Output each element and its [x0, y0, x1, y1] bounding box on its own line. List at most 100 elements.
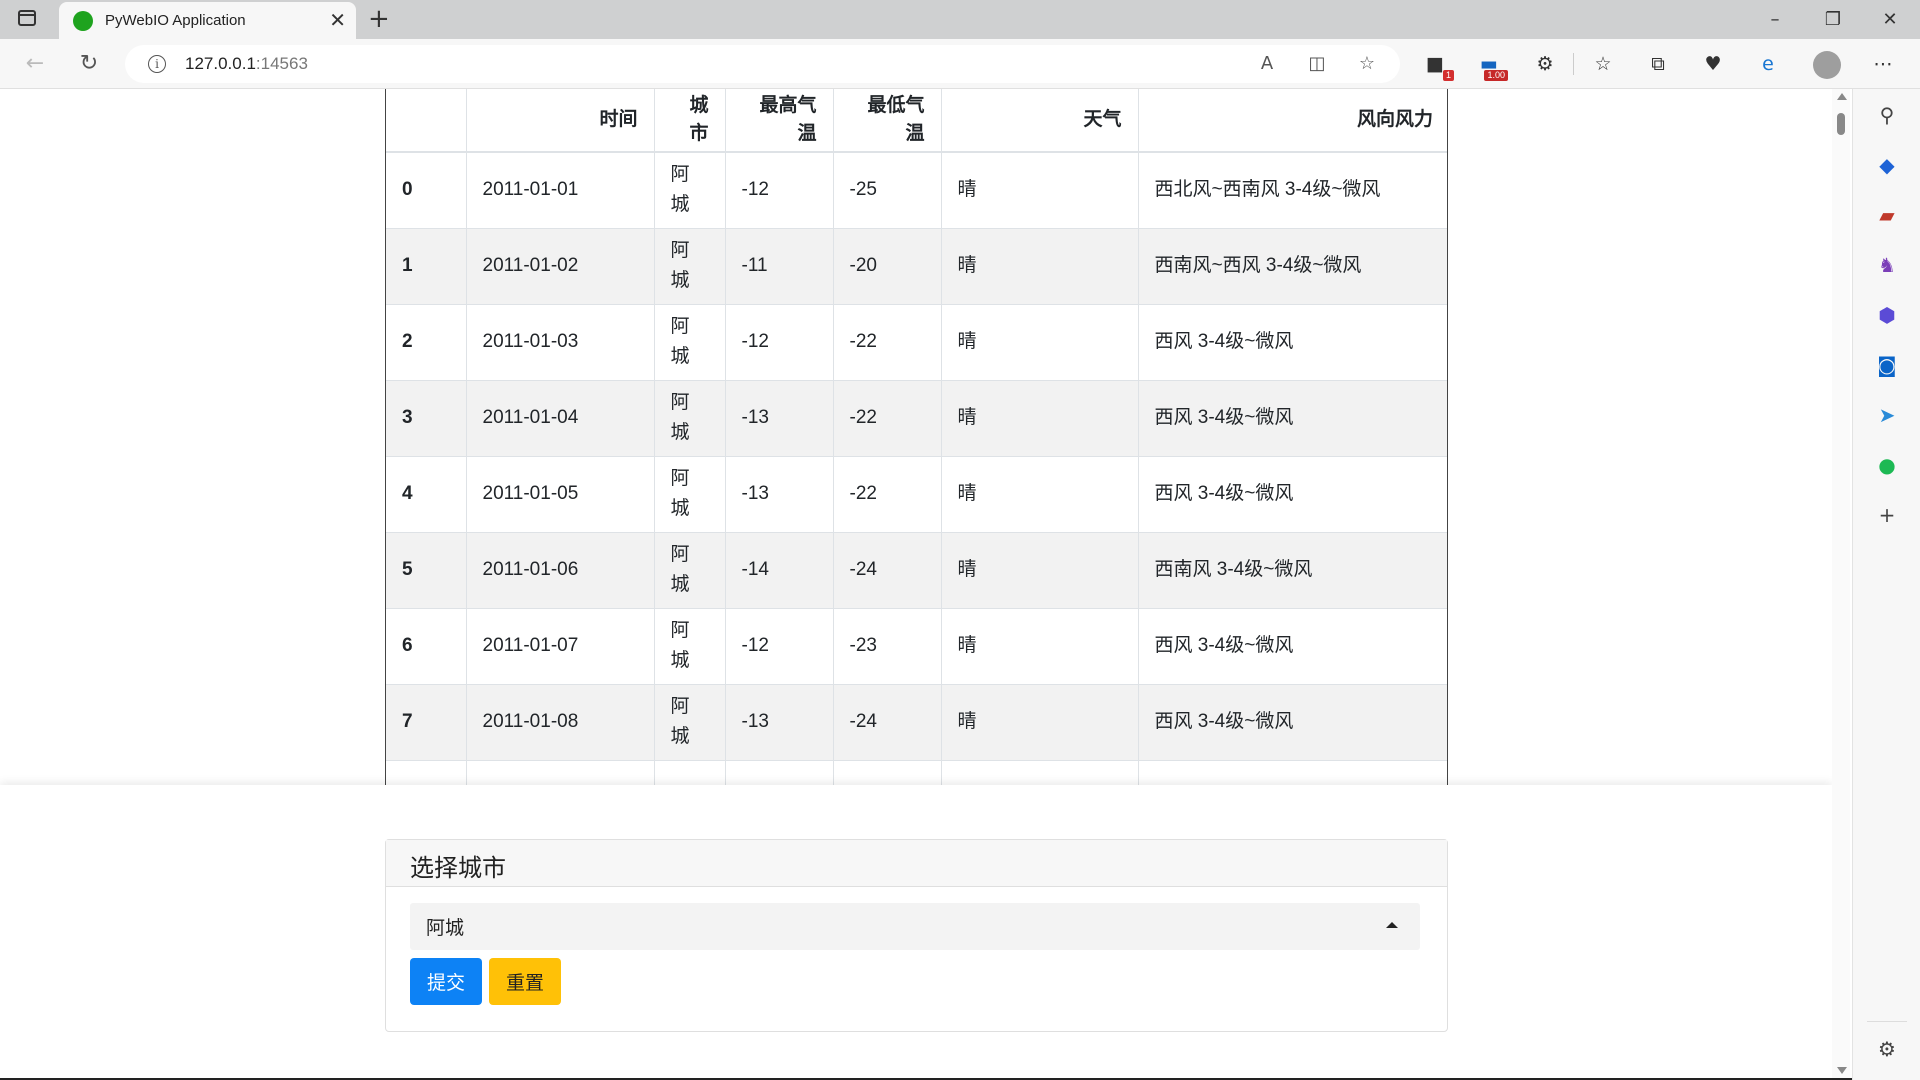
profile-avatar[interactable] — [1813, 51, 1841, 79]
back-icon[interactable]: ← — [20, 49, 50, 79]
office-icon[interactable]: ⬢ — [1873, 301, 1901, 329]
games-icon[interactable]: ♞ — [1873, 251, 1901, 279]
scroll-up-icon[interactable] — [1837, 93, 1847, 100]
table-row: 3 2011-01-04 阿城 -13 -22 晴西风 3-4级~微风 — [386, 379, 1447, 456]
row-wind-cell: 西风 3-4级~微风 — [1138, 683, 1447, 760]
header-weather: 天气 — [941, 89, 1139, 153]
new-tab-icon[interactable]: + — [368, 4, 390, 34]
favorite-star-icon[interactable]: ☆ — [1355, 52, 1379, 76]
row-wind-cell: 西北风~西南风 3-4级~微风 — [1138, 151, 1447, 228]
extension-meter-icon[interactable]: ▬ 1.00 — [1476, 51, 1508, 81]
row-wind-cell: 西南风 3-4级~微风 — [1138, 531, 1447, 608]
spotify-icon[interactable]: ● — [1873, 451, 1901, 479]
health-icon[interactable]: ♥ — [1700, 51, 1726, 77]
city-select-value: 阿城 — [426, 918, 465, 939]
row-city-cell: 阿城 — [654, 303, 726, 380]
add-icon[interactable]: + — [1873, 501, 1901, 529]
info-icon[interactable]: i — [148, 55, 166, 73]
row-time-cell: 2011-01-03 — [466, 303, 655, 380]
close-window-icon[interactable]: ✕ — [1870, 6, 1910, 34]
weather-table: 时间 城市 最高气温 最低气温 天气 风向风力 0 2011-01-01 阿城 -12… — [386, 89, 1447, 786]
close-tab-icon[interactable]: ✕ — [329, 8, 346, 32]
row-time-cell: 2011-01-08 — [466, 683, 655, 760]
input-footer: 选择城市 阿城 提交 重置 — [0, 785, 1832, 1080]
table-row: 0 2011-01-01 阿城 -12 -25 晴西北风~西南风 3-4级~微风 — [386, 151, 1447, 228]
read-aloud-icon[interactable]: A — [1255, 52, 1279, 76]
row-weather-cell: 晴 — [941, 303, 1139, 380]
header-city: 城市 — [654, 89, 726, 153]
row-city-cell: 阿城 — [654, 151, 726, 228]
row-weather-cell: 晴 — [941, 531, 1139, 608]
scroll-down-icon[interactable] — [1837, 1067, 1847, 1074]
collections-icon[interactable]: ⧉ — [1645, 51, 1671, 77]
row-city-cell: 阿城 — [654, 683, 726, 760]
refresh-icon[interactable]: ↻ — [74, 49, 104, 79]
row-weather-cell: 晴 — [941, 379, 1139, 456]
table-header-row: 时间 城市 最高气温 最低气温 天气 风向风力 — [386, 89, 1447, 153]
row-wind-cell: 西风 3-4级~微风 — [1138, 607, 1447, 684]
tab-title: PyWebIO Application — [105, 12, 246, 29]
split-screen-icon[interactable]: ◫ — [1305, 52, 1329, 76]
row-wind-cell — [1138, 759, 1447, 786]
row-weather-cell: 晴 — [941, 683, 1139, 760]
favorites-icon[interactable]: ☆ — [1590, 51, 1616, 77]
submit-button[interactable]: 提交 — [410, 958, 482, 1005]
row-high-temp-cell: -11 — [725, 227, 834, 304]
table-row: 5 2011-01-06 阿城 -14 -24 晴西南风 3-4级~微风 — [386, 531, 1447, 608]
row-index-cell: 5 — [386, 531, 467, 608]
row-weather-cell: 晴 — [941, 607, 1139, 684]
row-city-cell: 阿城 — [654, 531, 726, 608]
row-city-cell: 阿 — [654, 759, 726, 786]
page-content: 时间 城市 最高气温 最低气温 天气 风向风力 0 2011-01-01 阿城 -12… — [0, 89, 1832, 1080]
edge-icon[interactable]: e — [1755, 51, 1781, 77]
row-time-cell: 2011-01-07 — [466, 607, 655, 684]
row-city-cell: 阿城 — [654, 379, 726, 456]
shopping-tag-icon[interactable]: ◆ — [1873, 151, 1901, 179]
search-icon[interactable]: ⚲ — [1873, 101, 1901, 129]
minimize-icon[interactable]: – — [1755, 6, 1795, 34]
row-weather-cell: 晴 — [941, 227, 1139, 304]
row-time-cell: 2011-01-04 — [466, 379, 655, 456]
reset-button[interactable]: 重置 — [489, 958, 561, 1005]
more-menu-icon[interactable]: ⋯ — [1870, 51, 1896, 77]
table-row: 1 2011-01-02 阿城 -11 -20 晴西南风~西风 3-4级~微风 — [386, 227, 1447, 304]
row-low-temp-cell: -25 — [833, 151, 942, 228]
browser-tab-bar: PyWebIO Application ✕ + – ❐ ✕ — [0, 0, 1920, 39]
row-low-temp-cell: -22 — [833, 379, 942, 456]
restore-icon[interactable]: ❐ — [1813, 6, 1853, 34]
scroll-thumb[interactable] — [1837, 113, 1845, 135]
select-city-card: 选择城市 阿城 提交 重置 — [385, 839, 1448, 1032]
sidebar-separator — [1867, 1021, 1907, 1022]
city-select[interactable]: 阿城 — [410, 903, 1420, 950]
weather-table-container[interactable]: 时间 城市 最高气温 最低气温 天气 风向风力 0 2011-01-01 阿城 -12… — [385, 89, 1448, 786]
browser-tab[interactable]: PyWebIO Application ✕ — [59, 2, 356, 39]
edge-sidebar: ⚲ ◆ ▰ ♞ ⬢ ◙ ➤ ● + ⚙ — [1852, 89, 1920, 1080]
tab-actions-icon[interactable] — [18, 10, 36, 26]
row-high-temp-cell: -12 — [725, 303, 834, 380]
extensions-puzzle-icon[interactable]: ⚙ — [1532, 51, 1558, 77]
row-index-cell: 1 — [386, 227, 467, 304]
extension-icon[interactable]: ■ 1 — [1422, 51, 1454, 81]
settings-gear-icon[interactable]: ⚙ — [1873, 1035, 1901, 1063]
row-low-temp-cell: -24 — [833, 683, 942, 760]
row-index-cell: 3 — [386, 379, 467, 456]
row-low-temp-cell — [833, 759, 942, 786]
row-time-cell: 2011-01-02 — [466, 227, 655, 304]
row-wind-cell: 西风 3-4级~微风 — [1138, 303, 1447, 380]
outlook-icon[interactable]: ◙ — [1873, 351, 1901, 379]
row-weather-cell: 晴 — [941, 151, 1139, 228]
header-wind: 风向风力 — [1138, 89, 1447, 153]
page-scrollbar[interactable] — [1832, 89, 1850, 1080]
row-wind-cell: 西风 3-4级~微风 — [1138, 455, 1447, 532]
send-icon[interactable]: ➤ — [1873, 401, 1901, 429]
row-time-cell: 2011-01-01 — [466, 151, 655, 228]
url-text[interactable]: 127.0.0.1:14563 — [185, 54, 308, 74]
address-bar[interactable]: i 127.0.0.1:14563 A ◫ ☆ — [125, 45, 1400, 83]
tools-icon[interactable]: ▰ — [1873, 201, 1901, 229]
row-weather-cell: 晴 — [941, 455, 1139, 532]
row-high-temp-cell: -13 — [725, 683, 834, 760]
row-index-cell: 0 — [386, 151, 467, 228]
row-low-temp-cell: -20 — [833, 227, 942, 304]
row-city-cell: 阿城 — [654, 455, 726, 532]
row-high-temp-cell: -14 — [725, 531, 834, 608]
